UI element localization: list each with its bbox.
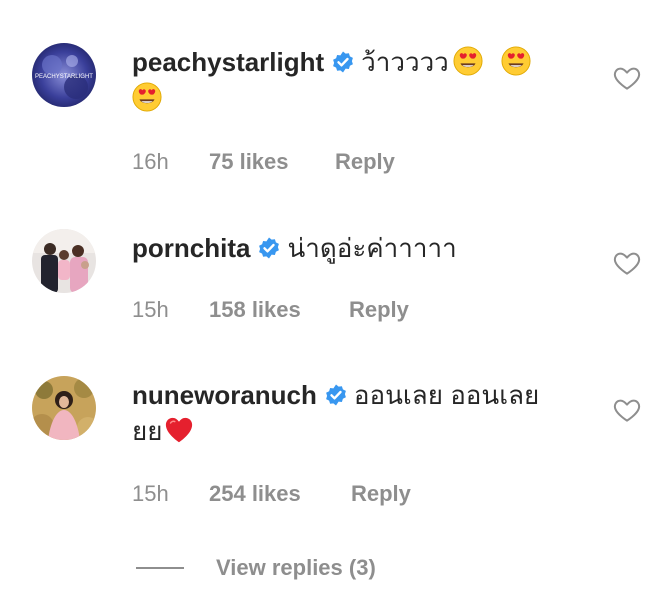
view-replies-label[interactable]: View replies (3) <box>216 555 376 581</box>
timestamp: 15h <box>132 481 169 506</box>
divider-line <box>136 567 184 569</box>
verified-badge-icon <box>259 237 280 259</box>
likes-count[interactable]: 158 likes <box>209 297 349 323</box>
timestamp: 16h <box>132 149 169 174</box>
likes-count[interactable]: 75 likes <box>209 149 335 175</box>
username[interactable]: pornchita <box>132 233 250 263</box>
comment-text: น่าดูอ่ะค่าาาาา <box>287 233 457 263</box>
comment-meta: 15h 158 likes Reply <box>132 297 409 323</box>
timestamp: 15h <box>132 297 169 322</box>
comment-text-continued: ยย <box>132 416 163 446</box>
comment-meta: 16h 75 likes Reply <box>132 149 395 175</box>
username[interactable]: nuneworanuch <box>132 380 317 410</box>
like-heart-icon[interactable] <box>612 63 642 93</box>
view-replies-button[interactable]: View replies (3) <box>136 555 376 581</box>
heart-eyes-emoji-icon <box>132 82 162 112</box>
comment-body: pornchita น่าดูอ่ะค่าาาาา <box>132 230 572 266</box>
reply-button[interactable]: Reply <box>335 149 395 175</box>
verified-badge-icon <box>326 384 346 406</box>
verified-badge-icon <box>333 51 354 73</box>
avatar-label: PEACHYSTARLIGHT <box>35 74 93 80</box>
reply-button[interactable]: Reply <box>349 297 409 323</box>
avatar[interactable]: PEACHYSTARLIGHT <box>32 43 96 107</box>
likes-count[interactable]: 254 likes <box>209 481 351 507</box>
comment-text: ออนเลย ออนเลย <box>353 380 540 410</box>
heart-eyes-emoji-icon <box>501 46 531 76</box>
comment-meta: 15h 254 likes Reply <box>132 481 411 507</box>
reply-button[interactable]: Reply <box>351 481 411 507</box>
comment-body: peachystarlight ว้าวววว <box>132 44 572 116</box>
username[interactable]: peachystarlight <box>132 47 324 77</box>
comment-text: ว้าวววว <box>361 47 449 77</box>
like-heart-icon[interactable] <box>612 248 642 278</box>
avatar[interactable] <box>32 376 96 440</box>
red-heart-emoji-icon <box>166 417 193 443</box>
like-heart-icon[interactable] <box>612 395 642 425</box>
comment-body: nuneworanuch ออนเลย ออนเลยยย <box>132 377 572 449</box>
heart-eyes-emoji-icon <box>453 46 483 76</box>
avatar[interactable] <box>32 229 96 293</box>
